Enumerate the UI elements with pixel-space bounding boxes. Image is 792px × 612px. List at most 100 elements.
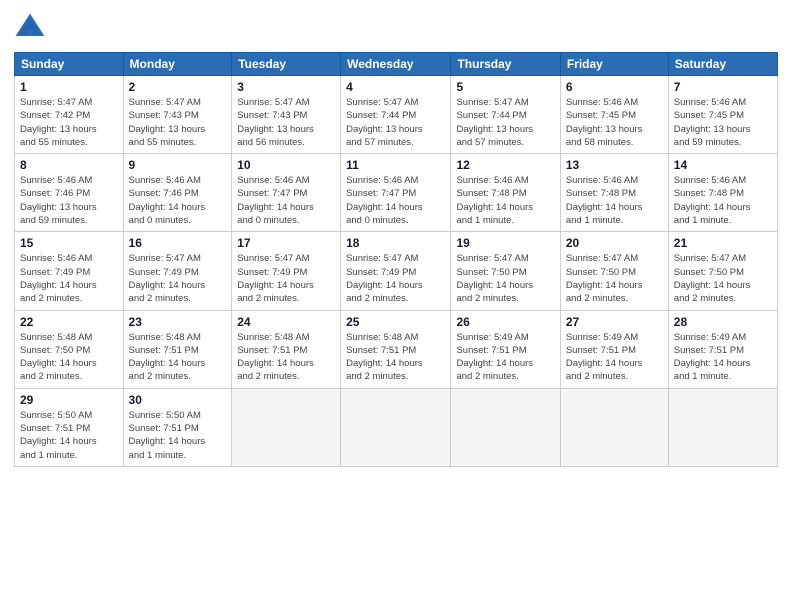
day-number: 23 [129,315,227,329]
day-number: 11 [346,158,445,172]
day-number: 29 [20,393,118,407]
day-info: Sunrise: 5:47 AM Sunset: 7:44 PM Dayligh… [346,96,445,149]
day-number: 12 [456,158,554,172]
day-number: 20 [566,236,663,250]
day-info: Sunrise: 5:49 AM Sunset: 7:51 PM Dayligh… [456,331,554,384]
day-info: Sunrise: 5:46 AM Sunset: 7:47 PM Dayligh… [346,174,445,227]
calendar-cell: 26 Sunrise: 5:49 AM Sunset: 7:51 PM Dayli… [451,310,560,388]
day-info: Sunrise: 5:46 AM Sunset: 7:48 PM Dayligh… [674,174,772,227]
calendar-cell: 21Sunrise: 5:47 AM Sunset: 7:50 PM Dayli… [668,232,777,310]
day-info: Sunrise: 5:47 AM Sunset: 7:49 PM Dayligh… [237,252,335,305]
day-number: 17 [237,236,335,250]
header [14,12,778,44]
day-number: 16 [129,236,227,250]
day-info: Sunrise: 5:47 AM Sunset: 7:42 PM Dayligh… [20,96,118,149]
logo [14,12,50,44]
day-number: 27 [566,315,663,329]
week-row-3: 22 Sunrise: 5:48 AM Sunset: 7:50 PM Dayli… [15,310,778,388]
day-number: 30 [129,393,227,407]
calendar-cell: 7Sunrise: 5:46 AM Sunset: 7:45 PM Daylig… [668,76,777,154]
calendar-cell: 9 Sunrise: 5:46 AM Sunset: 7:46 PM Daylig… [123,154,232,232]
day-number: 18 [346,236,445,250]
calendar-cell: 10 Sunrise: 5:46 AM Sunset: 7:47 PM Dayli… [232,154,341,232]
calendar-cell: 25 Sunrise: 5:48 AM Sunset: 7:51 PM Dayli… [341,310,451,388]
day-info: Sunrise: 5:46 AM Sunset: 7:49 PM Dayligh… [20,252,118,305]
calendar-cell: 17 Sunrise: 5:47 AM Sunset: 7:49 PM Dayli… [232,232,341,310]
calendar-cell: 12Sunrise: 5:46 AM Sunset: 7:48 PM Dayli… [451,154,560,232]
day-number: 1 [20,80,118,94]
calendar-cell: 30 Sunrise: 5:50 AM Sunset: 7:51 PM Dayli… [123,388,232,466]
week-row-2: 15 Sunrise: 5:46 AM Sunset: 7:49 PM Dayli… [15,232,778,310]
day-info: Sunrise: 5:48 AM Sunset: 7:51 PM Dayligh… [237,331,335,384]
day-info: Sunrise: 5:46 AM Sunset: 7:46 PM Dayligh… [20,174,118,227]
day-number: 10 [237,158,335,172]
calendar-cell: 24 Sunrise: 5:48 AM Sunset: 7:51 PM Dayli… [232,310,341,388]
day-info: Sunrise: 5:49 AM Sunset: 7:51 PM Dayligh… [566,331,663,384]
day-info: Sunrise: 5:47 AM Sunset: 7:44 PM Dayligh… [456,96,554,149]
day-info: Sunrise: 5:50 AM Sunset: 7:51 PM Dayligh… [20,409,118,462]
week-row-0: 1 Sunrise: 5:47 AM Sunset: 7:42 PM Daylig… [15,76,778,154]
weekday-header-saturday: Saturday [668,53,777,76]
day-info: Sunrise: 5:46 AM Sunset: 7:45 PM Dayligh… [566,96,663,149]
day-number: 24 [237,315,335,329]
week-row-4: 29 Sunrise: 5:50 AM Sunset: 7:51 PM Dayli… [15,388,778,466]
calendar-cell: 19 Sunrise: 5:47 AM Sunset: 7:50 PM Dayli… [451,232,560,310]
calendar-cell: 27 Sunrise: 5:49 AM Sunset: 7:51 PM Dayli… [560,310,668,388]
day-info: Sunrise: 5:48 AM Sunset: 7:50 PM Dayligh… [20,331,118,384]
day-info: Sunrise: 5:50 AM Sunset: 7:51 PM Dayligh… [129,409,227,462]
calendar-cell: 16 Sunrise: 5:47 AM Sunset: 7:49 PM Dayli… [123,232,232,310]
day-number: 26 [456,315,554,329]
calendar-cell: 28 Sunrise: 5:49 AM Sunset: 7:51 PM Dayli… [668,310,777,388]
logo-icon [14,12,46,44]
day-number: 3 [237,80,335,94]
calendar-cell: 1 Sunrise: 5:47 AM Sunset: 7:42 PM Daylig… [15,76,124,154]
calendar-cell [668,388,777,466]
weekday-header-thursday: Thursday [451,53,560,76]
calendar-cell: 4 Sunrise: 5:47 AM Sunset: 7:44 PM Daylig… [341,76,451,154]
page: SundayMondayTuesdayWednesdayThursdayFrid… [0,0,792,612]
day-number: 8 [20,158,118,172]
day-number: 4 [346,80,445,94]
weekday-header-friday: Friday [560,53,668,76]
weekday-header-monday: Monday [123,53,232,76]
day-number: 22 [20,315,118,329]
weekday-header-wednesday: Wednesday [341,53,451,76]
day-number: 5 [456,80,554,94]
day-number: 28 [674,315,772,329]
day-info: Sunrise: 5:46 AM Sunset: 7:48 PM Dayligh… [566,174,663,227]
day-number: 15 [20,236,118,250]
day-info: Sunrise: 5:48 AM Sunset: 7:51 PM Dayligh… [129,331,227,384]
day-number: 25 [346,315,445,329]
day-info: Sunrise: 5:46 AM Sunset: 7:46 PM Dayligh… [129,174,227,227]
calendar-cell: 11 Sunrise: 5:46 AM Sunset: 7:47 PM Dayli… [341,154,451,232]
calendar-cell: 3Sunrise: 5:47 AM Sunset: 7:43 PM Daylig… [232,76,341,154]
day-info: Sunrise: 5:47 AM Sunset: 7:50 PM Dayligh… [566,252,663,305]
day-info: Sunrise: 5:47 AM Sunset: 7:43 PM Dayligh… [129,96,227,149]
calendar-cell: 14 Sunrise: 5:46 AM Sunset: 7:48 PM Dayli… [668,154,777,232]
day-info: Sunrise: 5:47 AM Sunset: 7:49 PM Dayligh… [129,252,227,305]
calendar-cell [341,388,451,466]
calendar-cell: 6 Sunrise: 5:46 AM Sunset: 7:45 PM Daylig… [560,76,668,154]
day-info: Sunrise: 5:48 AM Sunset: 7:51 PM Dayligh… [346,331,445,384]
calendar-cell: 15 Sunrise: 5:46 AM Sunset: 7:49 PM Dayli… [15,232,124,310]
day-number: 6 [566,80,663,94]
calendar-cell: 13Sunrise: 5:46 AM Sunset: 7:48 PM Dayli… [560,154,668,232]
day-info: Sunrise: 5:49 AM Sunset: 7:51 PM Dayligh… [674,331,772,384]
calendar-cell: 29 Sunrise: 5:50 AM Sunset: 7:51 PM Dayli… [15,388,124,466]
day-number: 19 [456,236,554,250]
day-number: 9 [129,158,227,172]
calendar-cell [232,388,341,466]
weekday-header-tuesday: Tuesday [232,53,341,76]
day-number: 2 [129,80,227,94]
calendar: SundayMondayTuesdayWednesdayThursdayFrid… [14,52,778,467]
calendar-cell: 23 Sunrise: 5:48 AM Sunset: 7:51 PM Dayli… [123,310,232,388]
day-info: Sunrise: 5:46 AM Sunset: 7:47 PM Dayligh… [237,174,335,227]
day-info: Sunrise: 5:47 AM Sunset: 7:50 PM Dayligh… [456,252,554,305]
day-number: 14 [674,158,772,172]
calendar-cell: 2 Sunrise: 5:47 AM Sunset: 7:43 PM Daylig… [123,76,232,154]
calendar-cell: 18 Sunrise: 5:47 AM Sunset: 7:49 PM Dayli… [341,232,451,310]
calendar-cell [560,388,668,466]
calendar-cell: 8 Sunrise: 5:46 AM Sunset: 7:46 PM Daylig… [15,154,124,232]
calendar-cell: 22 Sunrise: 5:48 AM Sunset: 7:50 PM Dayli… [15,310,124,388]
day-info: Sunrise: 5:47 AM Sunset: 7:49 PM Dayligh… [346,252,445,305]
